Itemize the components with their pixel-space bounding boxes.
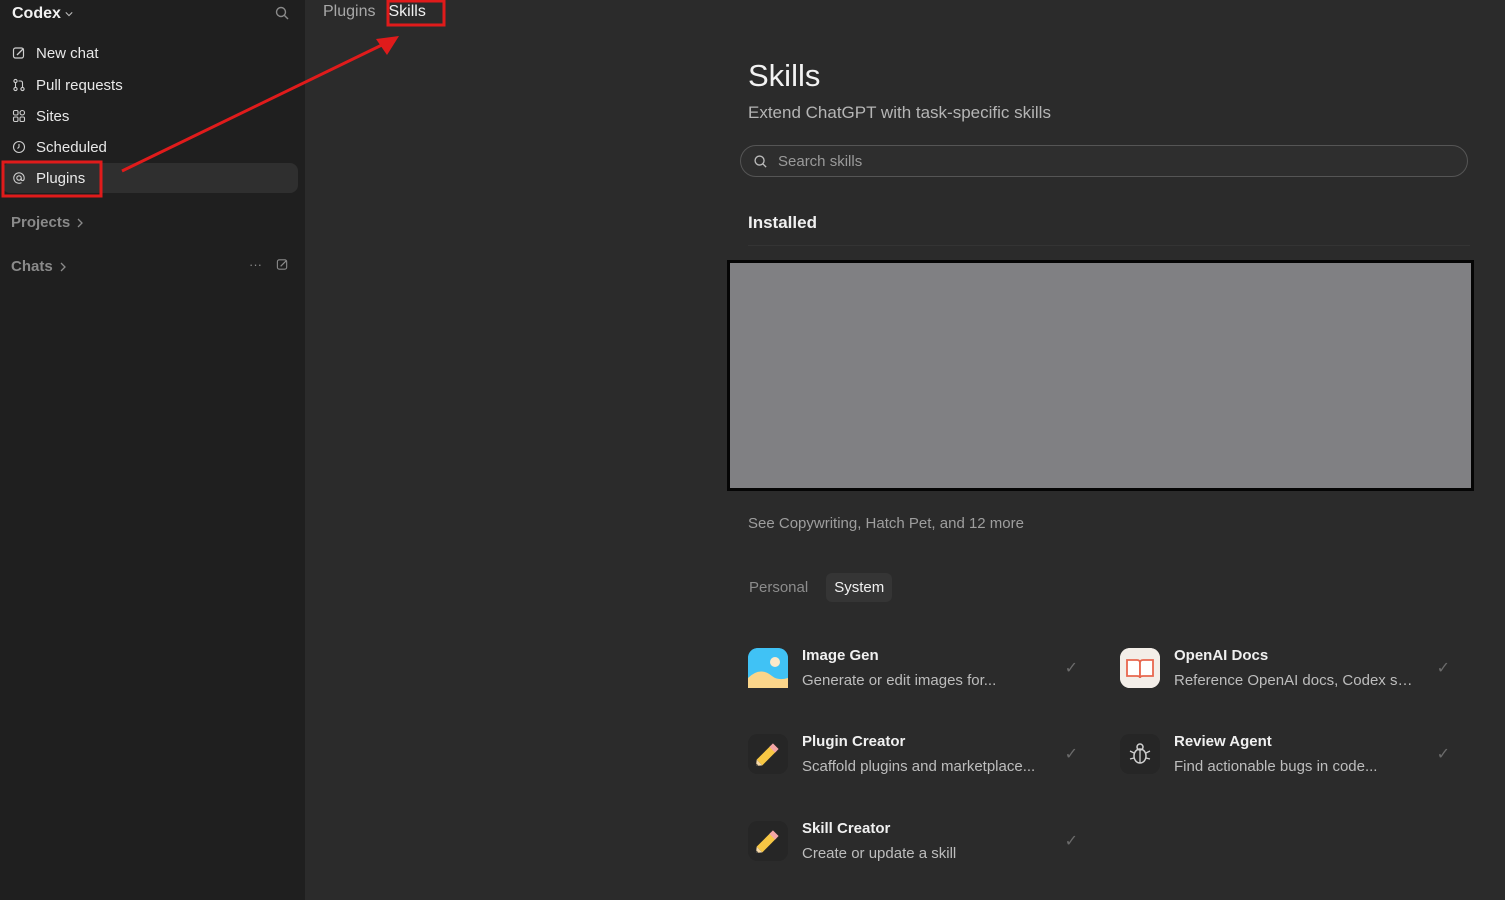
skill-card-openai-docs[interactable]: OpenAI Docs Reference OpenAI docs, Codex… xyxy=(1120,638,1460,698)
tab-personal[interactable]: Personal xyxy=(748,573,816,602)
chats-label: Chats xyxy=(11,258,53,275)
redacted-region xyxy=(727,260,1474,491)
sites-icon xyxy=(12,109,26,123)
search-icon xyxy=(754,154,767,168)
page-subtitle: Extend ChatGPT with task-specific skills xyxy=(748,103,1051,122)
sidebar-item-label: Pull requests xyxy=(36,76,123,94)
sidebar-item-label: Plugins xyxy=(36,169,86,187)
sidebar-item-pull-requests[interactable]: Pull requests xyxy=(2,70,298,100)
edit-icon xyxy=(12,47,25,59)
breadcrumb: Plugins Skills xyxy=(323,3,426,21)
divider xyxy=(748,245,1470,246)
sidebar-item-new-chat[interactable]: New chat xyxy=(2,38,298,68)
projects-section[interactable]: Projects xyxy=(11,214,84,231)
installed-heading: Installed xyxy=(748,213,817,232)
arrowhead-icon xyxy=(376,36,399,55)
skill-name: Skill Creator xyxy=(802,820,891,837)
chevron-down-icon xyxy=(65,12,73,17)
skill-tabs: Personal System xyxy=(748,573,893,602)
skill-card-image-gen[interactable]: Image Gen Generate or edit images for...… xyxy=(748,638,1088,698)
skill-name: Image Gen xyxy=(802,647,879,664)
skill-description: Create or update a skill xyxy=(802,845,957,862)
sidebar-item-label: New chat xyxy=(36,44,99,62)
clock-icon xyxy=(12,140,26,154)
sidebar-item-label: Sites xyxy=(36,107,70,125)
book-icon xyxy=(1120,648,1160,688)
pencil-icon xyxy=(748,821,788,861)
sidebar-item-label: Scheduled xyxy=(36,138,107,156)
breadcrumb-skills[interactable]: Skills xyxy=(388,3,425,21)
more-icon[interactable]: ··· xyxy=(249,257,262,272)
projects-label: Projects xyxy=(11,214,71,231)
skill-description: Scaffold plugins and marketplace... xyxy=(802,758,1036,775)
pencil-icon xyxy=(748,734,788,774)
search-bar[interactable] xyxy=(740,145,1468,177)
at-icon xyxy=(13,172,25,184)
bug-icon xyxy=(1120,734,1160,774)
check-icon: ✓ xyxy=(1436,660,1450,677)
pull-request-icon xyxy=(13,78,25,92)
skill-description: Generate or edit images for... xyxy=(802,672,997,689)
new-chat-icon[interactable] xyxy=(276,258,289,271)
skill-name: Review Agent xyxy=(1174,733,1272,750)
sidebar: Codex New chat Pull requests Sites Sched… xyxy=(0,0,305,900)
chevron-right-icon xyxy=(77,218,84,227)
tab-system[interactable]: System xyxy=(826,573,893,602)
skill-description: Reference OpenAI docs, Codex self... xyxy=(1174,672,1414,689)
workspace-switcher[interactable]: Codex xyxy=(12,4,73,24)
search-input[interactable] xyxy=(778,152,1428,170)
check-icon: ✓ xyxy=(1064,833,1078,850)
see-more-link[interactable]: See Copywriting, Hatch Pet, and 12 more xyxy=(748,515,1024,532)
page-title: Skills xyxy=(748,58,821,93)
skill-card-plugin-creator[interactable]: Plugin Creator Scaffold plugins and mark… xyxy=(748,724,1088,784)
skill-name: OpenAI Docs xyxy=(1174,647,1269,664)
chevron-right-icon xyxy=(60,262,66,271)
skill-name: Plugin Creator xyxy=(802,733,906,750)
sidebar-item-scheduled[interactable]: Scheduled xyxy=(2,132,298,162)
breadcrumb-plugins[interactable]: Plugins xyxy=(323,3,375,21)
brand-label: Codex xyxy=(12,5,61,22)
image-gen-icon xyxy=(748,648,788,688)
sidebar-item-plugins[interactable]: Plugins xyxy=(2,163,298,193)
search-icon[interactable] xyxy=(274,5,290,21)
check-icon: ✓ xyxy=(1064,746,1078,763)
sidebar-item-sites[interactable]: Sites xyxy=(2,101,298,131)
check-icon: ✓ xyxy=(1436,746,1450,763)
check-icon: ✓ xyxy=(1064,660,1078,677)
chats-section[interactable]: Chats xyxy=(11,258,67,275)
chats-actions: ··· xyxy=(249,257,289,272)
skill-description: Find actionable bugs in code... xyxy=(1174,758,1378,775)
skill-card-review-agent[interactable]: Review Agent Find actionable bugs in cod… xyxy=(1120,724,1460,784)
skill-card-skill-creator[interactable]: Skill Creator Create or update a skill ✓ xyxy=(748,811,1088,871)
